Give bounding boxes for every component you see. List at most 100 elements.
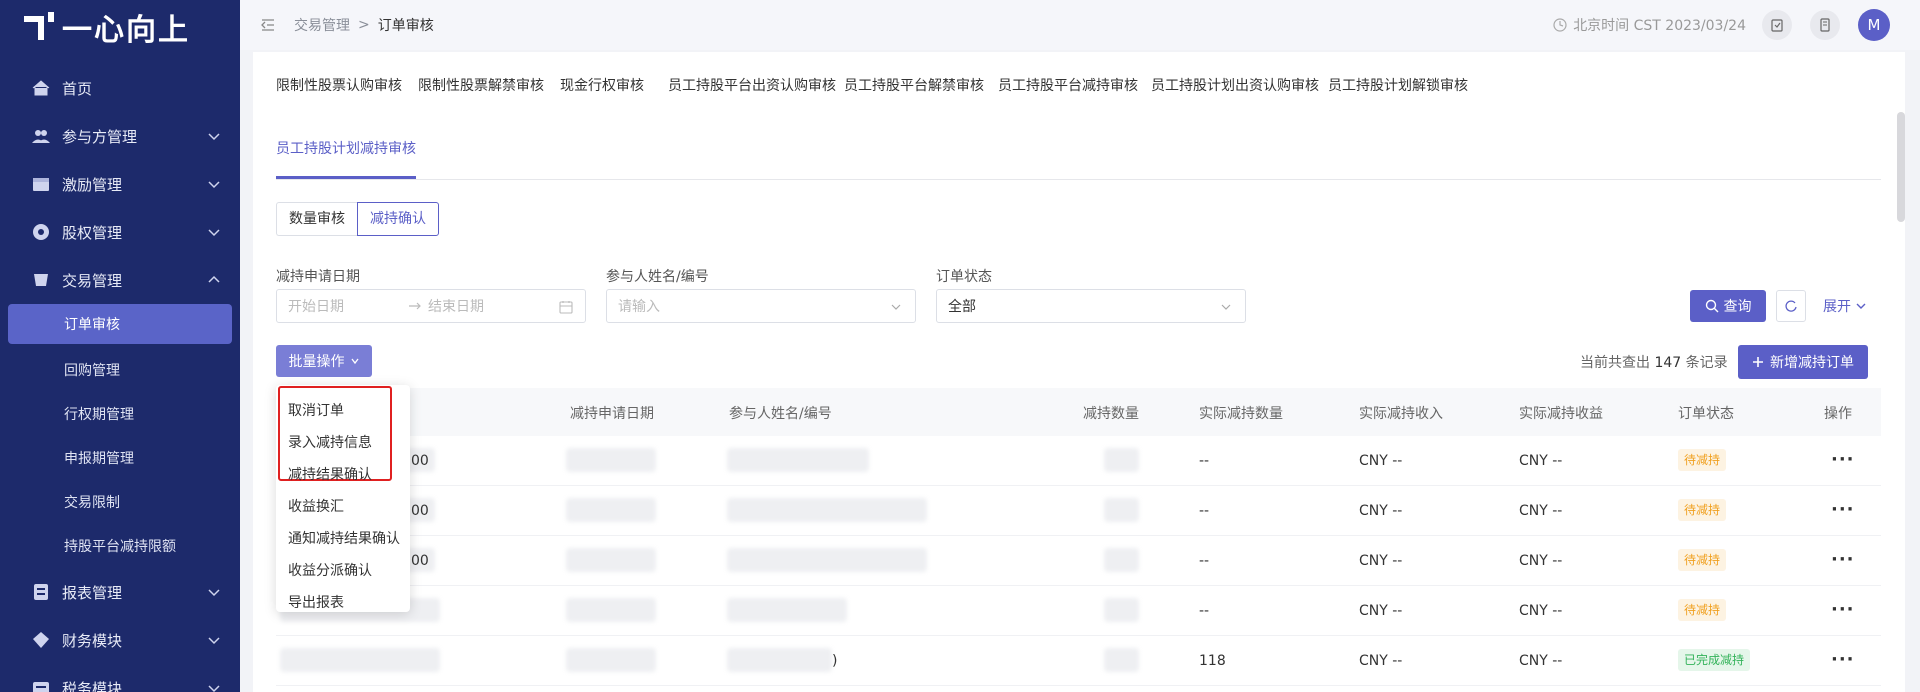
sidebar-item-declaration-period[interactable]: 申报期管理 [0,436,240,480]
segment-reduce-confirm[interactable]: 减持确认 [357,202,439,236]
chevron-down-icon [208,685,220,692]
sidebar-item-buyback[interactable]: 回购管理 [0,348,240,392]
menu-item-dividend-confirm[interactable]: 收益分派确认 [288,560,372,580]
participant-select[interactable]: 请输入 [606,289,916,323]
col-actual-gain: 实际减持收益 [1519,406,1603,422]
col-actual-qty: 实际减持数量 [1199,406,1283,422]
document-button[interactable] [1810,10,1840,40]
sidebar-item-exercise-period[interactable]: 行权期管理 [0,392,240,436]
query-button[interactable]: 查询 [1690,290,1766,322]
actual-gain: CNY -- [1519,453,1563,469]
redacted-date [566,548,656,572]
more-actions-icon[interactable]: ··· [1831,599,1855,620]
batch-label: 批量操作 [288,354,345,370]
add-reduce-order-button[interactable]: 新增减持订单 [1738,345,1868,379]
tab-plan-unlock[interactable]: 员工持股计划解锁审核 [1328,75,1468,95]
more-actions-icon[interactable]: ··· [1831,449,1855,470]
chevron-down-icon [1221,304,1231,310]
redacted-date [566,448,656,472]
batch-operation-menu: 取消订单 录入减持信息 减持结果确认 收益换汇 通知减持结果确认 收益分派确认 … [276,385,410,612]
tab-plan-reduce[interactable]: 员工持股计划减持审核 [276,138,416,158]
nav-menu: 首页 参与方管理 激励管理 股权管理 交易管理 订单审核 回购管理 行权期管理 … [0,64,240,692]
nav-item-participants[interactable]: 参与方管理 [0,112,240,160]
nav-item-reports[interactable]: 报表管理 [0,568,240,616]
menu-item-confirm-result[interactable]: 减持结果确认 [288,464,372,484]
table-row[interactable]: 00 -- CNY -- CNY -- 待减持 ··· [276,436,1881,486]
nav-item-trading[interactable]: 交易管理 [0,256,240,304]
expand-toggle[interactable]: 展开 [1823,296,1867,316]
nav-item-home[interactable]: 首页 [0,64,240,112]
actual-gain: CNY -- [1519,653,1563,669]
scrollbar[interactable] [1897,112,1905,222]
batch-operation-button[interactable]: 批量操作 [276,345,372,377]
menu-item-enter-reduce-info[interactable]: 录入减持信息 [288,432,372,452]
tab-plan-subscribe[interactable]: 员工持股计划出资认购审核 [1151,75,1319,95]
table-row[interactable]: 00 -- CNY -- CNY -- 待减持 ··· [276,486,1881,536]
nav-item-tax[interactable]: 税务模块 [0,664,240,692]
menu-item-export-report[interactable]: 导出报表 [288,592,344,612]
query-label: 查询 [1723,299,1752,315]
avatar[interactable]: M [1858,9,1890,41]
logo-text: 一心向上 [62,13,190,48]
server-time-text: 北京时间 CST 2023/03/24 [1573,18,1746,34]
status-badge: 待减持 [1678,449,1727,471]
status-select[interactable]: 全部 [936,289,1246,323]
actual-gain: CNY -- [1519,553,1563,569]
top-header: 交易管理 > 订单审核 北京时间 CST 2023/03/24 M [240,0,1920,50]
collapse-menu-icon[interactable] [260,17,276,33]
server-time: 北京时间 CST 2023/03/24 [1553,15,1746,35]
breadcrumb-parent[interactable]: 交易管理 [294,15,350,35]
segment-quantity-review[interactable]: 数量审核 [276,202,357,236]
table-row[interactable]: 00 -- CNY -- CNY -- 待减持 ··· [276,536,1881,586]
breadcrumb: 交易管理 > 订单审核 [294,15,434,35]
table-row[interactable]: ) 118 CNY -- CNY -- 已完成减持 ··· [276,636,1881,686]
tab-platform-unlock[interactable]: 员工持股平台解禁审核 [844,75,984,95]
chevron-down-icon [208,589,220,597]
tab-rs-subscribe[interactable]: 限制性股票认购审核 [276,75,402,95]
menu-item-currency-exchange[interactable]: 收益换汇 [288,496,344,516]
reset-button[interactable] [1776,290,1806,322]
menu-item-notify-confirm[interactable]: 通知减持结果确认 [288,528,400,548]
nav-item-incentive[interactable]: 激励管理 [0,160,240,208]
more-actions-icon[interactable]: ··· [1831,499,1855,520]
nav-item-label: 报表管理 [62,583,123,602]
status-badge: 待减持 [1678,599,1727,621]
nav-item-finance[interactable]: 财务模块 [0,616,240,664]
tab-rs-unlock[interactable]: 限制性股票解禁审核 [418,75,544,95]
menu-item-cancel-order[interactable]: 取消订单 [288,400,344,420]
logo[interactable]: 一心向上 [0,0,240,54]
more-actions-icon[interactable]: ··· [1831,549,1855,570]
nav-item-label: 参与方管理 [62,127,138,146]
redacted-participant [727,648,832,672]
end-date-input[interactable]: 结束日期 [428,296,484,316]
chevron-down-icon [208,229,220,237]
more-actions-icon[interactable]: ··· [1831,649,1855,670]
plus-icon [1753,357,1763,367]
sidebar-item-trade-restriction[interactable]: 交易限制 [0,480,240,524]
sidebar-item-order-review[interactable]: 订单审核 [8,304,232,344]
nav-item-label: 交易管理 [62,271,123,290]
task-button[interactable] [1762,10,1792,40]
tab-platform-reduce[interactable]: 员工持股平台减持审核 [998,75,1138,95]
chevron-down-icon [891,304,901,310]
tab-platform-subscribe[interactable]: 员工持股平台出资认购审核 [668,75,836,95]
actual-qty: -- [1199,603,1210,619]
actual-gain: CNY -- [1519,503,1563,519]
date-range-picker[interactable]: 开始日期 结束日期 [276,289,586,323]
nav-item-equity[interactable]: 股权管理 [0,208,240,256]
status-badge: 待减持 [1678,499,1727,521]
arrow-right-icon [409,302,421,310]
table-row[interactable]: -- CNY -- CNY -- 待减持 ··· [276,586,1881,636]
tab-cash-exercise[interactable]: 现金行权审核 [560,75,644,95]
name-filter-label: 参与人姓名/编号 [606,269,709,285]
chevron-up-icon [208,275,220,283]
actual-qty: -- [1199,453,1210,469]
order-id-tail: 00 [411,553,429,569]
chevron-down-icon [350,358,359,365]
redacted-participant [727,448,869,472]
nav-item-label: 股权管理 [62,223,123,242]
start-date-input[interactable]: 开始日期 [288,296,344,316]
actual-income: CNY -- [1359,553,1403,569]
sidebar-item-platform-limit[interactable]: 持股平台减持限额 [0,524,240,568]
redacted-qty [1104,648,1139,672]
